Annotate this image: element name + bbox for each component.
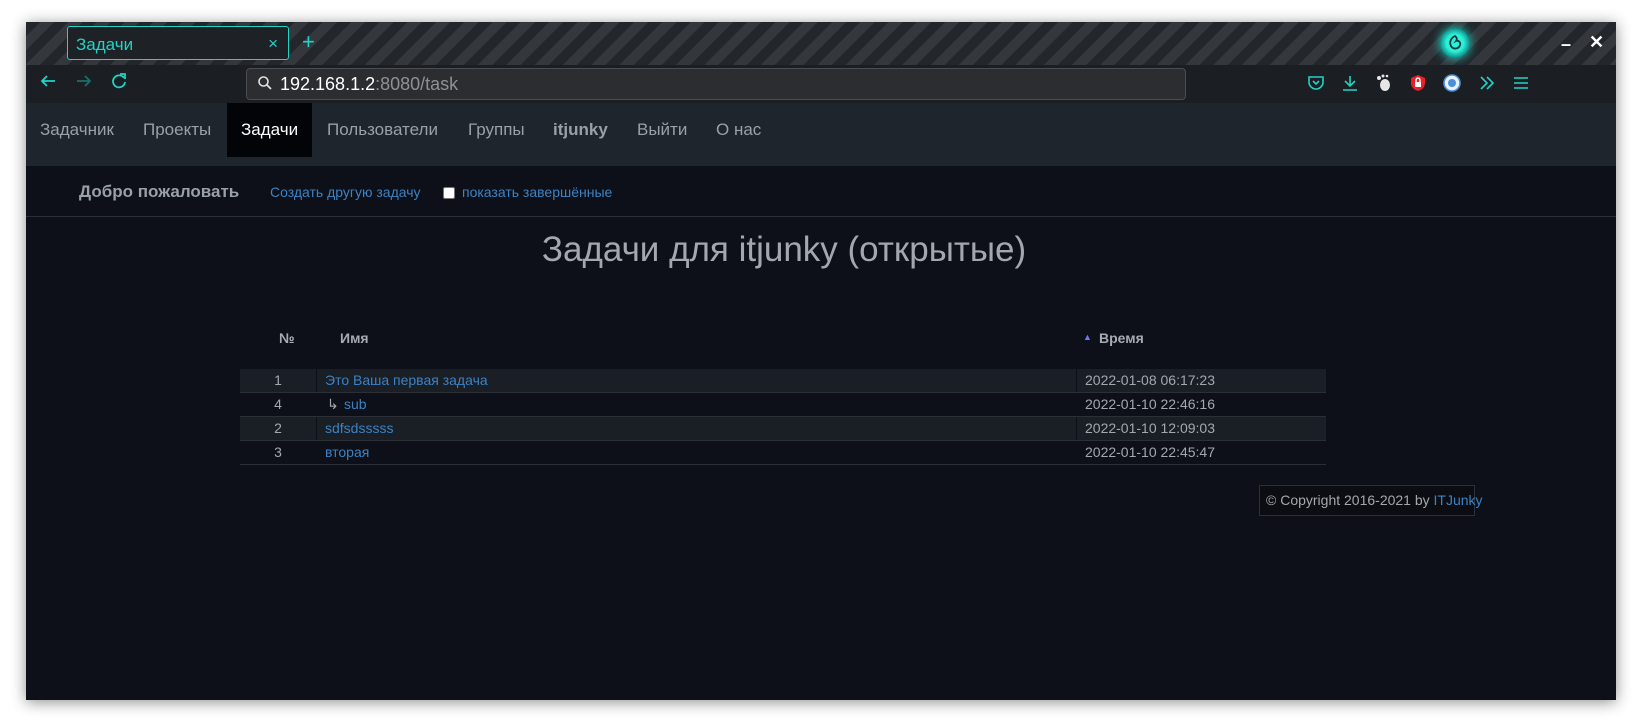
column-header-name[interactable]: Имя — [340, 330, 369, 346]
tab-title: Задачи — [76, 35, 134, 54]
task-number: 4 — [274, 396, 282, 412]
copyright-label: © Copyright 2016-2021 by — [1266, 492, 1434, 508]
pocket-icon[interactable] — [1306, 73, 1326, 93]
back-arrow-icon[interactable] — [39, 72, 57, 95]
task-link[interactable]: sdfsdsssss — [325, 420, 393, 436]
nav-item-home[interactable]: Задачник — [40, 103, 114, 157]
tab-close-icon[interactable]: × — [268, 34, 278, 54]
task-time: 2022-01-08 06:17:23 — [1085, 372, 1215, 388]
copyright-text: © Copyright 2016-2021 by ITJunky — [1266, 492, 1483, 508]
forward-arrow-icon[interactable] — [75, 72, 93, 95]
footer-copyright: © Copyright 2016-2021 by ITJunky — [1259, 485, 1483, 516]
column-divider — [316, 369, 317, 392]
overflow-chevrons-icon[interactable] — [1477, 73, 1497, 93]
extension-gnome-icon[interactable] — [1374, 73, 1394, 93]
tab-bar: Задачи × + – ✕ — [26, 22, 1616, 65]
task-time: 2022-01-10 22:45:47 — [1085, 444, 1215, 460]
table-row: 1 Это Ваша первая задача 2022-01-08 06:1… — [240, 369, 1326, 393]
new-tab-button[interactable]: + — [302, 31, 315, 53]
nav-item-logout[interactable]: Выйти — [637, 103, 687, 157]
page-title: Задачи для itjunky (открытые) — [541, 230, 1027, 269]
column-header-number[interactable]: № — [279, 330, 295, 346]
url-text: 192.168.1.2:8080/task — [280, 74, 458, 95]
table-row: 3 вторая 2022-01-10 22:45:47 — [240, 441, 1326, 465]
welcome-text: Добро пожаловать — [79, 182, 240, 201]
nav-item-about[interactable]: О нас — [716, 103, 761, 157]
table-row: 2 sdfsdsssss 2022-01-10 12:09:03 — [240, 417, 1326, 441]
create-task-link[interactable]: Создать другую задачу — [270, 184, 421, 200]
firefox-view-icon[interactable] — [1440, 28, 1470, 58]
column-divider — [316, 417, 317, 440]
show-completed-checkbox[interactable] — [443, 187, 455, 199]
window-minimize-button[interactable]: – — [1561, 34, 1571, 55]
browser-toolbar: 192.168.1.2:8080/task — [26, 65, 1616, 105]
column-divider — [1076, 417, 1077, 440]
nav-item-tasks[interactable]: Задачи — [227, 103, 313, 157]
reload-icon[interactable] — [110, 72, 128, 95]
task-number: 2 — [274, 420, 282, 436]
task-time: 2022-01-10 12:09:03 — [1085, 420, 1215, 436]
url-bar[interactable]: 192.168.1.2:8080/task — [246, 68, 1186, 100]
ublock-icon[interactable] — [1408, 73, 1428, 93]
nav-item-projects[interactable]: Проекты — [143, 103, 211, 157]
sub-navbar: Добро пожаловать Создать другую задачу п… — [26, 166, 1616, 217]
column-divider — [1076, 369, 1077, 392]
browser-window: Задачи × + – ✕ 192.168.1.2:8080/task Зад… — [26, 22, 1616, 700]
url-path: :8080/task — [375, 74, 459, 94]
task-time: 2022-01-10 22:46:16 — [1085, 396, 1215, 412]
table-row: 4 ↳ sub 2022-01-10 22:46:16 — [240, 393, 1326, 417]
url-host: 192.168.1.2 — [280, 74, 376, 94]
nav-item-user[interactable]: itjunky — [553, 103, 608, 157]
task-link[interactable]: sub — [344, 396, 367, 412]
column-header-time[interactable]: Время — [1099, 330, 1144, 346]
tab-tasks[interactable]: Задачи × — [67, 26, 289, 60]
task-number: 1 — [274, 372, 282, 388]
itjunky-link[interactable]: ITJunky — [1434, 492, 1483, 508]
task-link[interactable]: Это Ваша первая задача — [325, 372, 488, 388]
menu-hamburger-icon[interactable] — [1511, 73, 1531, 93]
show-completed-label[interactable]: показать завершённые — [462, 184, 612, 200]
subtask-arrow-icon: ↳ — [327, 396, 339, 412]
download-icon[interactable] — [1340, 73, 1360, 93]
site-navbar: Задачник Проекты Задачи Пользователи Гру… — [26, 103, 1616, 167]
nav-item-users[interactable]: Пользователи — [327, 103, 438, 157]
window-close-button[interactable]: ✕ — [1589, 32, 1604, 53]
task-link[interactable]: вторая — [325, 444, 369, 460]
sort-ascending-icon[interactable]: ▲ — [1083, 332, 1092, 342]
privacy-extension-icon[interactable] — [1442, 73, 1462, 93]
task-number: 3 — [274, 444, 282, 460]
nav-item-groups[interactable]: Группы — [468, 103, 525, 157]
search-icon — [257, 75, 273, 96]
